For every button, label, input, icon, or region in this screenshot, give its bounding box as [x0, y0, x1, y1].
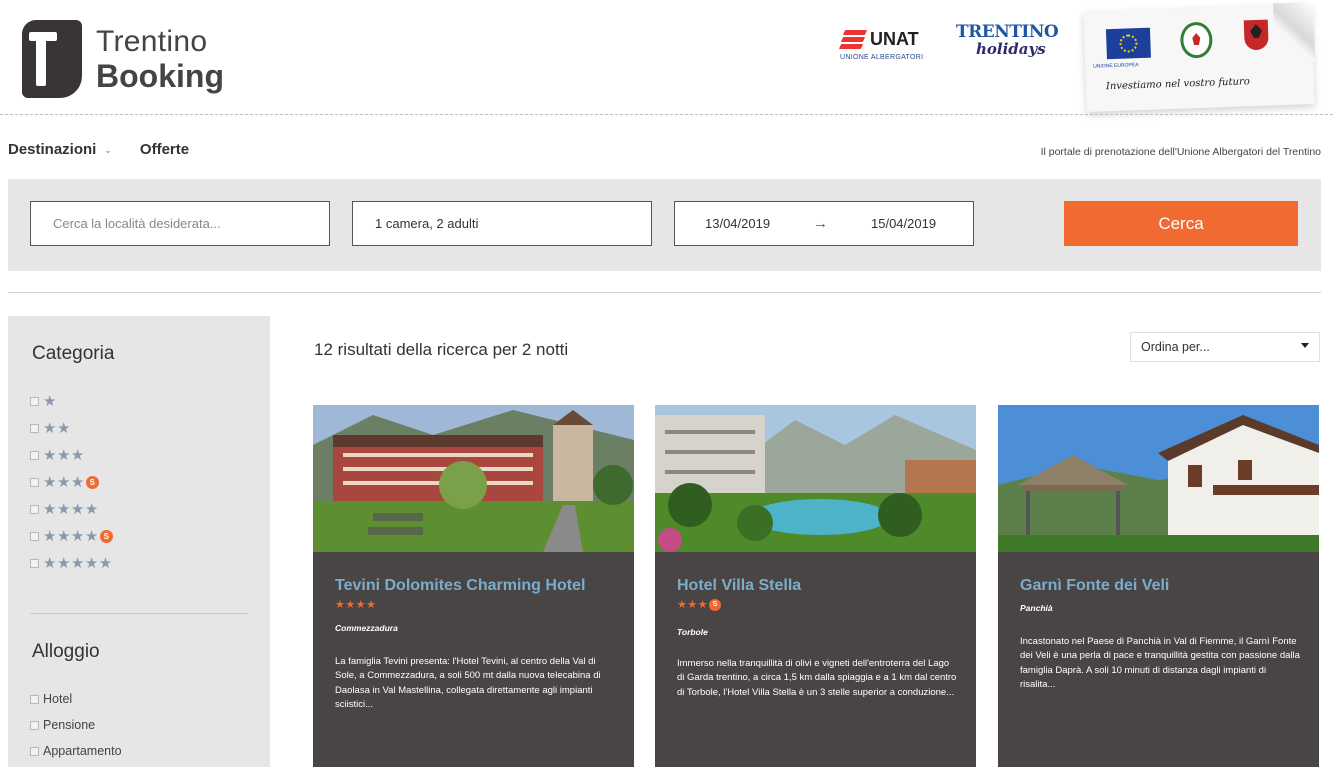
logo-line-1: Trentino	[96, 24, 208, 58]
checkbox[interactable]	[30, 531, 39, 541]
hotel-location: Commezzadura	[335, 623, 398, 633]
superior-badge-icon: S	[85, 475, 99, 489]
category-filter-option[interactable]: ★★★★	[30, 500, 99, 518]
trentino-wordmark: TRENTINO	[956, 22, 1059, 42]
date-range-picker[interactable]: 13/04/2019 → 15/04/2019	[674, 201, 974, 246]
eu-motto: Investiamo nel vostro futuro	[1105, 76, 1250, 93]
holidays-script: holidays	[976, 40, 1046, 58]
trentino-booking-logo[interactable]: Trentino Booking	[22, 20, 224, 98]
eu-flag-icon	[1105, 27, 1151, 60]
hotel-card[interactable]: Garnì Fonte dei Veli Panchià Incastonato…	[998, 405, 1319, 767]
hotel-location: Torbole	[677, 627, 708, 637]
hotel-description: Immerso nella tranquillità di olivi e vi…	[677, 658, 957, 698]
header-divider	[0, 114, 1333, 115]
eu-funding-banner: UNIONE EUROPEA Investiamo nel vostro fut…	[1083, 4, 1315, 112]
search-divider	[8, 292, 1321, 293]
category-filter-option[interactable]: ★★★★★	[30, 554, 113, 572]
checkbox[interactable]	[30, 423, 39, 433]
hotel-photo[interactable]	[655, 405, 976, 552]
category-filter-option[interactable]: ★★★ S	[30, 473, 99, 491]
accommodation-filter-title: Alloggio	[32, 641, 100, 662]
accommodation-option-appartamento[interactable]: Appartamento	[30, 744, 122, 758]
checkbox[interactable]	[30, 450, 39, 460]
hotel-name[interactable]: Hotel Villa Stella	[677, 577, 801, 595]
accommodation-option-hotel[interactable]: Hotel	[30, 692, 72, 706]
partner-logos: UNAT UNIONE ALBERGATORI TRENTINO holiday…	[838, 22, 1059, 66]
unat-mark-icon	[838, 28, 868, 52]
site-header: Trentino Booking UNAT UNIONE ALBERGATORI…	[0, 0, 1333, 115]
rooms-guests-selector[interactable]: 1 camera, 2 adulti	[352, 201, 652, 246]
chevron-down-icon: ⌄	[104, 145, 112, 155]
hotel-description: La famiglia Tevini presenta: l'Hotel Tev…	[335, 656, 601, 710]
star-icon: ★★★	[677, 599, 709, 611]
accommodation-option-pensione[interactable]: Pensione	[30, 718, 95, 732]
hotel-location: Panchià	[1020, 603, 1053, 613]
category-filter-title: Categoria	[32, 343, 115, 364]
star-icon: ★★★	[43, 474, 85, 491]
star-icon: ★★★★	[43, 501, 99, 518]
hotel-rating: ★★★ S	[677, 598, 722, 611]
star-icon: ★★★★	[335, 599, 377, 611]
hotel-description: Incastonato nel Paese di Panchià in Val …	[1020, 636, 1300, 690]
unat-logo[interactable]: UNAT UNIONE ALBERGATORI	[838, 28, 930, 61]
category-filter-option[interactable]: ★★★	[30, 446, 85, 464]
category-filter-option[interactable]: ★	[30, 392, 57, 410]
checkin-date: 13/04/2019	[705, 216, 771, 231]
category-filter-option[interactable]: ★★	[30, 419, 71, 437]
hotel-name[interactable]: Garnì Fonte dei Veli	[1020, 577, 1169, 595]
star-icon: ★★★★	[43, 528, 99, 545]
hotel-rating: ★★★★	[335, 598, 376, 611]
superior-badge-icon: S	[99, 529, 113, 543]
filter-sidebar: Categoria ★ ★★ ★★★ ★★★ S ★★★★ ★★★★ S ★★★…	[8, 316, 270, 767]
hotel-card[interactable]: Tevini Dolomites Charming Hotel ★★★★ Com…	[313, 405, 634, 767]
trentino-holidays-logo[interactable]: TRENTINO holidays	[956, 22, 1059, 66]
sidebar-divider	[30, 613, 248, 614]
unat-subtitle: UNIONE ALBERGATORI	[840, 53, 924, 61]
hotel-card[interactable]: Hotel Villa Stella ★★★ S Torbole Immerso…	[655, 405, 976, 767]
trento-province-emblem-icon	[1243, 19, 1269, 51]
results-count-title: 12 risultati della ricerca per 2 notti	[314, 340, 569, 359]
hotel-photo[interactable]	[313, 405, 634, 552]
checkbox[interactable]	[30, 477, 39, 487]
star-icon: ★★★★★	[43, 555, 113, 572]
sort-dropdown[interactable]: Ordina per...	[1130, 332, 1320, 362]
star-icon: ★★	[43, 420, 71, 437]
checkbox[interactable]	[30, 694, 39, 704]
hotel-photo[interactable]	[998, 405, 1319, 552]
arrow-right-icon: →	[813, 215, 828, 232]
italian-republic-emblem-icon	[1179, 21, 1213, 59]
caret-down-icon	[1301, 343, 1309, 348]
superior-badge-icon: S	[709, 598, 722, 611]
main-nav: Destinazioni ⌄ Offerte	[8, 141, 189, 158]
nav-offerte[interactable]: Offerte	[140, 141, 189, 158]
checkbox[interactable]	[30, 396, 39, 406]
nav-destinazioni[interactable]: Destinazioni ⌄	[8, 141, 112, 158]
search-button[interactable]: Cerca	[1064, 201, 1298, 246]
checkbox[interactable]	[30, 746, 39, 756]
hotel-name[interactable]: Tevini Dolomites Charming Hotel	[335, 577, 585, 595]
portal-tagline: Il portale di prenotazione dell'Unione A…	[1040, 146, 1321, 158]
logo-line-2: Booking	[96, 57, 224, 94]
category-filter-option[interactable]: ★★★★ S	[30, 527, 113, 545]
logo-t-icon	[22, 20, 82, 98]
star-icon: ★	[43, 393, 57, 410]
unat-name: UNAT	[870, 29, 919, 49]
checkout-date: 15/04/2019	[871, 216, 937, 231]
checkbox[interactable]	[30, 720, 39, 730]
checkbox[interactable]	[30, 504, 39, 514]
search-bar: Cerca la località desiderata... 1 camera…	[8, 179, 1321, 271]
checkbox[interactable]	[30, 558, 39, 568]
star-icon: ★★★	[43, 447, 85, 464]
location-search-input[interactable]: Cerca la località desiderata...	[30, 201, 330, 246]
eu-caption: UNIONE EUROPEA	[1093, 62, 1139, 70]
